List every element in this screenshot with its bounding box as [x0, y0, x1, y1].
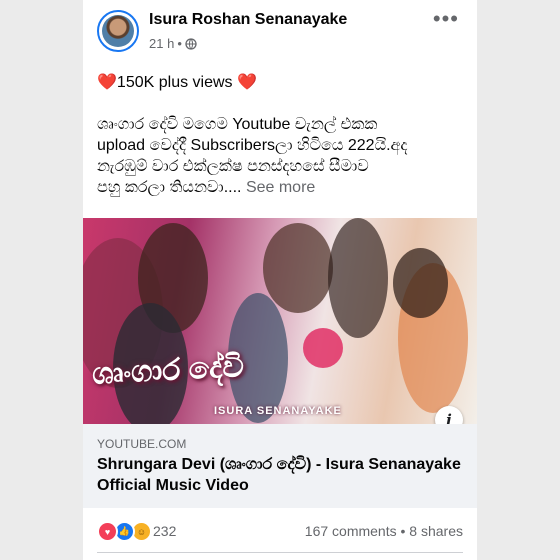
heart-icon: ❤️	[97, 74, 117, 91]
globe-icon	[185, 37, 197, 50]
post-text: ❤️150K plus views ❤️ ශෘංගාර දේවි මගෙම Yo…	[97, 72, 469, 198]
reaction-count[interactable]: 232	[153, 523, 176, 539]
post-time[interactable]: 21 h	[149, 36, 174, 51]
avatar[interactable]	[97, 10, 139, 52]
reactions-summary[interactable]: ♥ 👍 ☺	[97, 521, 152, 542]
comments-count[interactable]: 167 comments	[305, 523, 397, 539]
link-domain: YOUTUBE.COM	[97, 437, 187, 451]
stats-separator: •	[400, 523, 406, 539]
text-line-5: නැරඹුම් වාර එක්ලක්ෂ පනස්දහසේ සීමාව	[97, 158, 369, 175]
text-line-3: ශෘංගාර දේවි මගෙම Youtube චැනල් එකක	[97, 116, 378, 133]
engagement-stats: 167 comments • 8 shares	[305, 523, 463, 539]
meta-separator: •	[177, 36, 182, 51]
shares-count[interactable]: 8 shares	[409, 523, 463, 539]
text-line-blank	[97, 93, 469, 114]
video-subtitle-overlay: ISURA SENANAYAKE	[214, 405, 342, 417]
text-line-4: upload වෙද්දී Subscribersලා හිටියෙ 222යි…	[97, 137, 408, 154]
text-line-1: ❤️150K plus views ❤️	[97, 74, 257, 91]
heart-icon: ❤️	[236, 74, 257, 91]
see-more-link[interactable]: See more	[246, 179, 315, 196]
text-line-6: පහු කරලා තියනවා.... See more	[97, 179, 316, 196]
post-header: Isura Roshan Senanayake 21 h • •••	[83, 0, 477, 62]
post-meta: 21 h •	[149, 36, 197, 51]
link-title[interactable]: Shrungara Devi (ශෘංගාර දේවි) - Isura Sen…	[97, 454, 467, 496]
post-card: Isura Roshan Senanayake 21 h • ••• ❤️150…	[83, 0, 477, 560]
more-options-button[interactable]: •••	[433, 8, 459, 30]
author-name[interactable]: Isura Roshan Senanayake	[149, 11, 347, 29]
video-thumbnail[interactable]	[83, 218, 477, 424]
footer-divider	[97, 552, 463, 553]
love-reaction-icon: ♥	[97, 521, 118, 542]
